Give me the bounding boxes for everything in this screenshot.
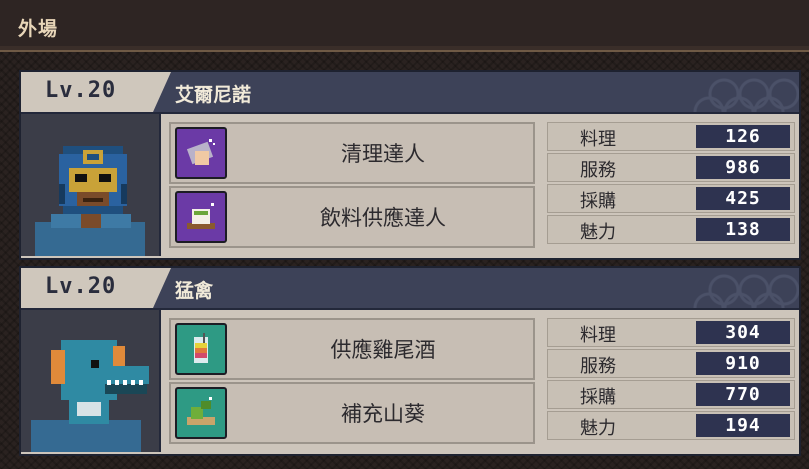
stat-row-charm: 魅力 138 xyxy=(547,215,795,244)
stat-row-purchasing: 採購 770 xyxy=(547,380,795,409)
stat-label: 魅力 xyxy=(580,418,616,439)
stat-value: 304 xyxy=(696,321,790,344)
raptor-avatar xyxy=(21,310,159,452)
stat-value: 138 xyxy=(696,218,790,241)
stat-label: 採購 xyxy=(580,387,616,408)
stat-row-charm: 魅力 194 xyxy=(547,411,795,440)
stat-label: 採購 xyxy=(580,191,616,212)
skill-slot[interactable]: 供應雞尾酒 xyxy=(169,318,535,380)
staff-portrait-luchador xyxy=(21,114,161,256)
level-label: Lv.20 xyxy=(45,274,117,299)
stat-label: 料理 xyxy=(580,325,616,346)
staff-portrait-raptor xyxy=(21,310,161,452)
top-bar: 外場 xyxy=(0,0,809,52)
stat-row-service: 服務 986 xyxy=(547,153,795,182)
skill-label: 供應雞尾酒 xyxy=(330,338,436,362)
skill-label: 清理達人 xyxy=(341,142,425,166)
wave-pattern xyxy=(689,72,799,112)
staff-name: 艾爾尼諾 xyxy=(175,84,252,106)
stats-panel: 料理 304 服務 910 採購 770 魅力 194 xyxy=(547,316,795,448)
screen-title: 外場 xyxy=(18,18,59,40)
stat-label: 料理 xyxy=(580,129,616,150)
stat-value: 986 xyxy=(696,156,790,179)
skill-list: 供應雞尾酒 補充山葵 xyxy=(169,318,537,448)
level-tab: Lv.20 xyxy=(21,72,171,112)
drink-icon xyxy=(175,191,227,243)
staff-card-2[interactable]: Lv.20 猛禽 供應雞尾酒 補充山葵 料理 304 服務 910 採購 770… xyxy=(19,266,801,456)
cocktail-icon xyxy=(175,323,227,375)
card-header: Lv.20 艾爾尼諾 xyxy=(21,72,799,114)
luchador-avatar xyxy=(21,114,159,256)
stat-row-cooking: 料理 126 xyxy=(547,122,795,151)
stat-value: 194 xyxy=(696,414,790,437)
staff-card-1[interactable]: Lv.20 艾爾尼諾 清理達人 飲料供應達人 料理 126 服務 986 採購 … xyxy=(19,70,801,260)
level-tab: Lv.20 xyxy=(21,268,171,308)
skill-slot[interactable]: 飲料供應達人 xyxy=(169,186,535,248)
stat-value: 770 xyxy=(696,383,790,406)
stat-label: 魅力 xyxy=(580,222,616,243)
wave-pattern xyxy=(689,268,799,308)
card-header: Lv.20 猛禽 xyxy=(21,268,799,310)
wasabi-icon xyxy=(175,387,227,439)
skill-list: 清理達人 飲料供應達人 xyxy=(169,122,537,252)
stat-label: 服務 xyxy=(580,160,616,181)
stat-row-service: 服務 910 xyxy=(547,349,795,378)
stat-label: 服務 xyxy=(580,356,616,377)
skill-slot[interactable]: 清理達人 xyxy=(169,122,535,184)
level-label: Lv.20 xyxy=(45,78,117,103)
skill-label: 飲料供應達人 xyxy=(320,206,446,230)
stat-value: 126 xyxy=(696,125,790,148)
stat-value: 425 xyxy=(696,187,790,210)
cleaning-icon xyxy=(175,127,227,179)
stat-row-purchasing: 採購 425 xyxy=(547,184,795,213)
staff-name: 猛禽 xyxy=(175,280,214,302)
stat-row-cooking: 料理 304 xyxy=(547,318,795,347)
stat-value: 910 xyxy=(696,352,790,375)
skill-label: 補充山葵 xyxy=(341,402,425,426)
stats-panel: 料理 126 服務 986 採購 425 魅力 138 xyxy=(547,120,795,252)
skill-slot[interactable]: 補充山葵 xyxy=(169,382,535,444)
